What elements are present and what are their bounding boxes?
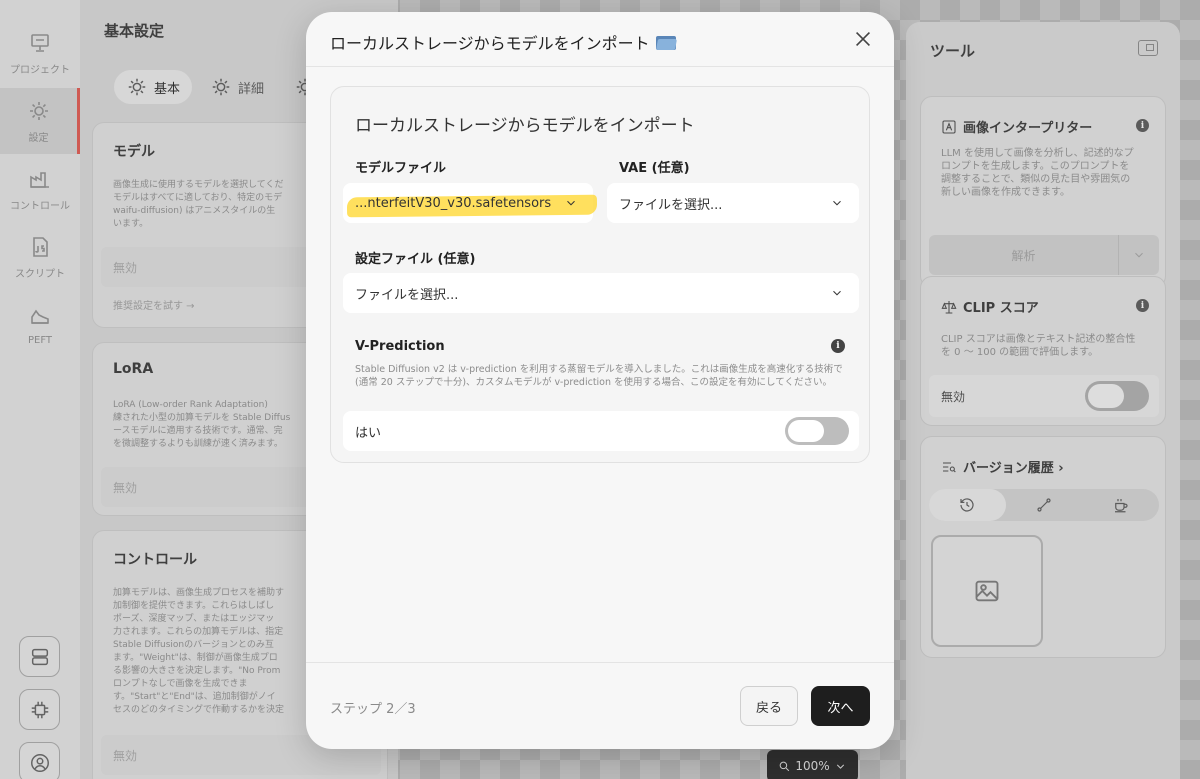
next-button[interactable]: 次へ bbox=[811, 686, 870, 726]
vae-value: ファイルを選択... bbox=[619, 197, 723, 213]
v-prediction-row: はい bbox=[343, 411, 859, 451]
import-model-dialog: ローカルストレージからモデルをインポート ローカルストレージからモデルをインポー… bbox=[306, 12, 894, 749]
vae-select[interactable]: ファイルを選択... bbox=[607, 183, 859, 223]
vae-label: VAE (任意) bbox=[619, 161, 690, 176]
step-indicator: ステップ 2／3 bbox=[330, 702, 416, 717]
config-file-label: 設定ファイル (任意) bbox=[355, 252, 476, 267]
import-form: ローカルストレージからモデルをインポート モデルファイル ...nterfeit… bbox=[330, 86, 870, 463]
config-file-select[interactable]: ファイルを選択... bbox=[343, 273, 859, 313]
dialog-title-text: ローカルストレージからモデルをインポート bbox=[330, 34, 650, 53]
v-prediction-title: V-Prediction bbox=[355, 339, 445, 354]
chevron-down-icon bbox=[829, 195, 845, 211]
back-button[interactable]: 戻る bbox=[740, 686, 798, 726]
v-prediction-toggle[interactable] bbox=[785, 417, 849, 445]
info-icon[interactable]: i bbox=[831, 339, 845, 353]
chevron-down-icon bbox=[829, 285, 845, 301]
close-icon bbox=[855, 31, 871, 47]
dialog-title: ローカルストレージからモデルをインポート bbox=[330, 30, 677, 54]
divider bbox=[306, 662, 894, 663]
folder-icon bbox=[655, 35, 677, 50]
divider bbox=[306, 66, 894, 67]
config-file-value: ファイルを選択... bbox=[355, 287, 459, 303]
model-file-label: モデルファイル bbox=[355, 161, 447, 176]
v-prediction-label: はい bbox=[355, 425, 382, 441]
form-heading: ローカルストレージからモデルをインポート bbox=[355, 116, 695, 136]
chevron-down-icon bbox=[563, 195, 579, 211]
close-button[interactable] bbox=[852, 28, 874, 50]
model-file-select[interactable]: ...nterfeitV30_v30.safetensors bbox=[343, 183, 598, 223]
model-file-value: ...nterfeitV30_v30.safetensors bbox=[355, 195, 552, 211]
v-prediction-description: Stable Diffusion v2 は v-prediction を利用する… bbox=[355, 364, 843, 388]
